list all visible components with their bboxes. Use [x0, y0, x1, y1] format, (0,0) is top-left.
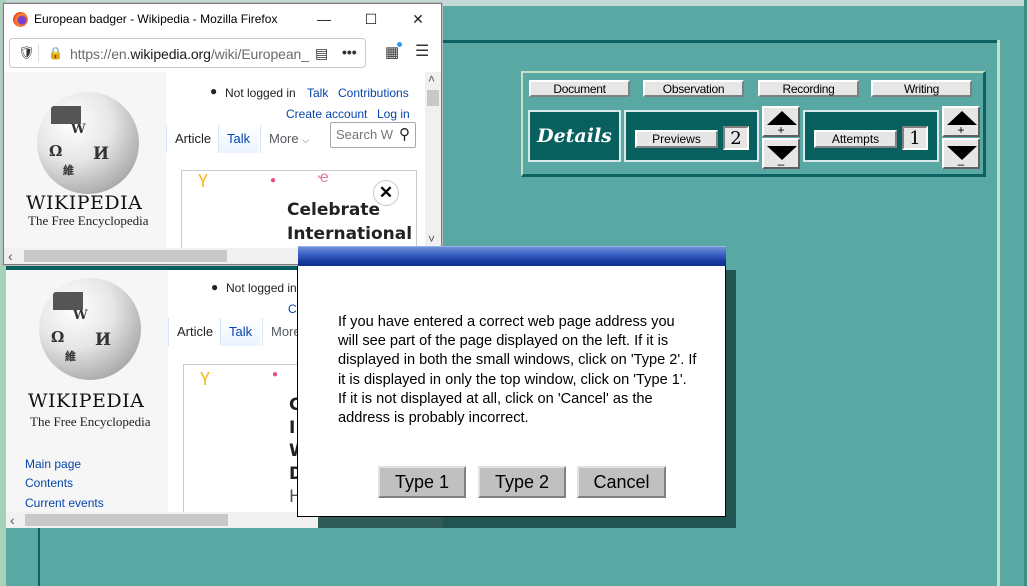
minus-sign: –	[777, 157, 785, 171]
banner-heading-line2: International	[287, 224, 413, 244]
title-bar: European badger - Wikipedia - Mozilla Fi…	[4, 4, 441, 34]
wikipedia-tagline: The Free Encyclopedia	[28, 213, 149, 228]
not-logged-in-text: Not logged in	[225, 86, 296, 100]
tab-more[interactable]: More ⌵	[260, 125, 317, 153]
nav-contents[interactable]: Contents	[25, 476, 73, 490]
wikipedia-wordmark: WIKIPEDIA	[26, 192, 143, 214]
firefox-logo-icon	[13, 12, 28, 27]
confetti-swirl: ҽ	[318, 169, 329, 186]
wiki-sidebar: W Ω И 維 WIKIPEDIA The Free Encyclopedia	[4, 72, 166, 248]
attempts-decrement-button[interactable]: –	[942, 138, 980, 171]
app-frame-right-border	[997, 40, 1000, 586]
horizontal-scroll-thumb[interactable]	[24, 250, 227, 262]
previews-value: 2	[723, 126, 749, 150]
app-frame-top-border	[440, 40, 998, 43]
type-1-button[interactable]: Type 1	[378, 466, 466, 498]
confetti-decoration: Ү	[200, 369, 211, 389]
urlbar-divider	[38, 44, 39, 62]
attempts-counter: Attempts 1	[803, 110, 939, 162]
not-logged-in-text: Not logged in	[226, 281, 297, 295]
recording-button[interactable]: Recording	[758, 80, 859, 97]
confetti-dot: ●	[270, 175, 277, 186]
nav-current-events[interactable]: Current events	[25, 496, 104, 510]
details-label: Details	[528, 110, 621, 162]
previews-counter: Previews 2	[624, 110, 759, 162]
wikipedia-globe-logo[interactable]: W Ω И 維	[37, 92, 139, 194]
window-title: European badger - Wikipedia - Mozilla Fi…	[34, 12, 278, 26]
scroll-left-arrow-icon[interactable]: ‹	[10, 512, 15, 528]
maximize-button[interactable]: ☐	[351, 8, 391, 30]
attempts-increment-button[interactable]: +	[942, 106, 980, 137]
attempts-label[interactable]: Attempts	[814, 130, 897, 148]
whats-new-icon[interactable]: ▦	[385, 45, 399, 61]
cancel-button[interactable]: Cancel	[577, 466, 666, 498]
writing-button[interactable]: Writing	[871, 80, 972, 97]
tab-more-label: More	[269, 131, 299, 146]
app-frame-left-border	[38, 520, 40, 586]
banner-text-line: I	[289, 418, 296, 438]
user-talk-link[interactable]: Talk	[307, 86, 328, 100]
hamburger-menu-icon[interactable]: ☰	[415, 44, 429, 60]
search-icon[interactable]: ⚲	[399, 123, 410, 147]
wikipedia-wordmark: WIKIPEDIA	[28, 390, 145, 412]
banner-heading-line1: Celebrate	[287, 200, 381, 220]
url-text[interactable]: https://en.wikipedia.org/wiki/European_	[70, 46, 309, 62]
scroll-left-arrow-icon[interactable]: ‹	[8, 248, 13, 264]
wikipedia-globe-logo[interactable]: W Ω И 維	[39, 278, 141, 380]
tab-article[interactable]: Article	[166, 125, 220, 153]
previews-decrement-button[interactable]: –	[762, 138, 800, 171]
more-icon[interactable]: •••	[342, 44, 357, 60]
type-2-button[interactable]: Type 2	[478, 466, 566, 498]
user-icon: ●	[210, 84, 218, 98]
create-account-link[interactable]: Create account	[286, 107, 367, 121]
observation-button[interactable]: Observation	[643, 80, 744, 97]
dialog-message: If you have entered a correct web page a…	[338, 314, 697, 427]
plus-sign: +	[957, 123, 965, 137]
confirm-dialog: If you have entered a correct web page a…	[297, 266, 726, 517]
control-panel: Document Observation Recording Writing D…	[521, 71, 986, 177]
tab-talk[interactable]: Talk	[220, 318, 261, 346]
address-bar[interactable]: 🛡 🔒 https://en.wikipedia.org/wiki/Europe…	[9, 38, 366, 68]
vertical-scrollbar[interactable]: ˄ ˅	[425, 72, 441, 248]
previews-label[interactable]: Previews	[635, 130, 718, 148]
attempts-value: 1	[902, 126, 928, 150]
lock-icon[interactable]: 🔒	[48, 45, 63, 61]
scroll-down-arrow-icon[interactable]: ˅	[428, 232, 435, 246]
confetti-decoration: Ү	[198, 171, 209, 191]
minimize-button[interactable]: —	[304, 8, 344, 30]
close-button[interactable]: ✕	[398, 8, 438, 30]
shield-icon[interactable]: 🛡	[18, 45, 35, 61]
previews-increment-button[interactable]: +	[762, 106, 800, 137]
scroll-up-arrow-icon[interactable]: ˄	[428, 72, 435, 86]
fundraising-banner: Ү ● ҽ ✕ Celebrate International	[181, 169, 417, 248]
url-prefix: https://en.	[70, 46, 131, 62]
wiki-search-input[interactable]: Search W ⚲	[330, 122, 416, 148]
dialog-title-bar[interactable]	[298, 246, 726, 268]
create-account-link[interactable]: C	[288, 302, 297, 316]
wiki-sidebar: W Ω И 維 WIKIPEDIA The Free Encyclopedia …	[6, 270, 168, 512]
tab-talk[interactable]: Talk	[218, 125, 259, 153]
firefox-window: European badger - Wikipedia - Mozilla Fi…	[3, 3, 442, 265]
url-domain: wikipedia.org	[130, 46, 211, 62]
vertical-scroll-thumb[interactable]	[427, 90, 439, 106]
reader-view-icon[interactable]: ▤	[315, 45, 328, 61]
minus-sign: –	[957, 157, 965, 171]
chevron-down-icon: ⌵	[302, 135, 310, 145]
wikipedia-tagline: The Free Encyclopedia	[30, 414, 151, 429]
contributions-link[interactable]: Contributions	[338, 86, 409, 100]
notification-dot	[397, 42, 402, 47]
confetti-dot: ●	[272, 369, 279, 380]
plus-sign: +	[777, 123, 785, 137]
search-placeholder: Search W	[336, 127, 394, 142]
tab-article[interactable]: Article	[168, 318, 222, 346]
horizontal-scroll-thumb[interactable]	[25, 514, 228, 526]
document-button[interactable]: Document	[529, 80, 630, 97]
user-icon: ●	[211, 280, 219, 294]
url-path: /wiki/European_	[210, 46, 309, 62]
log-in-link[interactable]: Log in	[377, 107, 410, 121]
page-content: W Ω И 維 WIKIPEDIA The Free Encyclopedia …	[4, 72, 425, 248]
nav-main-page[interactable]: Main page	[25, 457, 81, 471]
